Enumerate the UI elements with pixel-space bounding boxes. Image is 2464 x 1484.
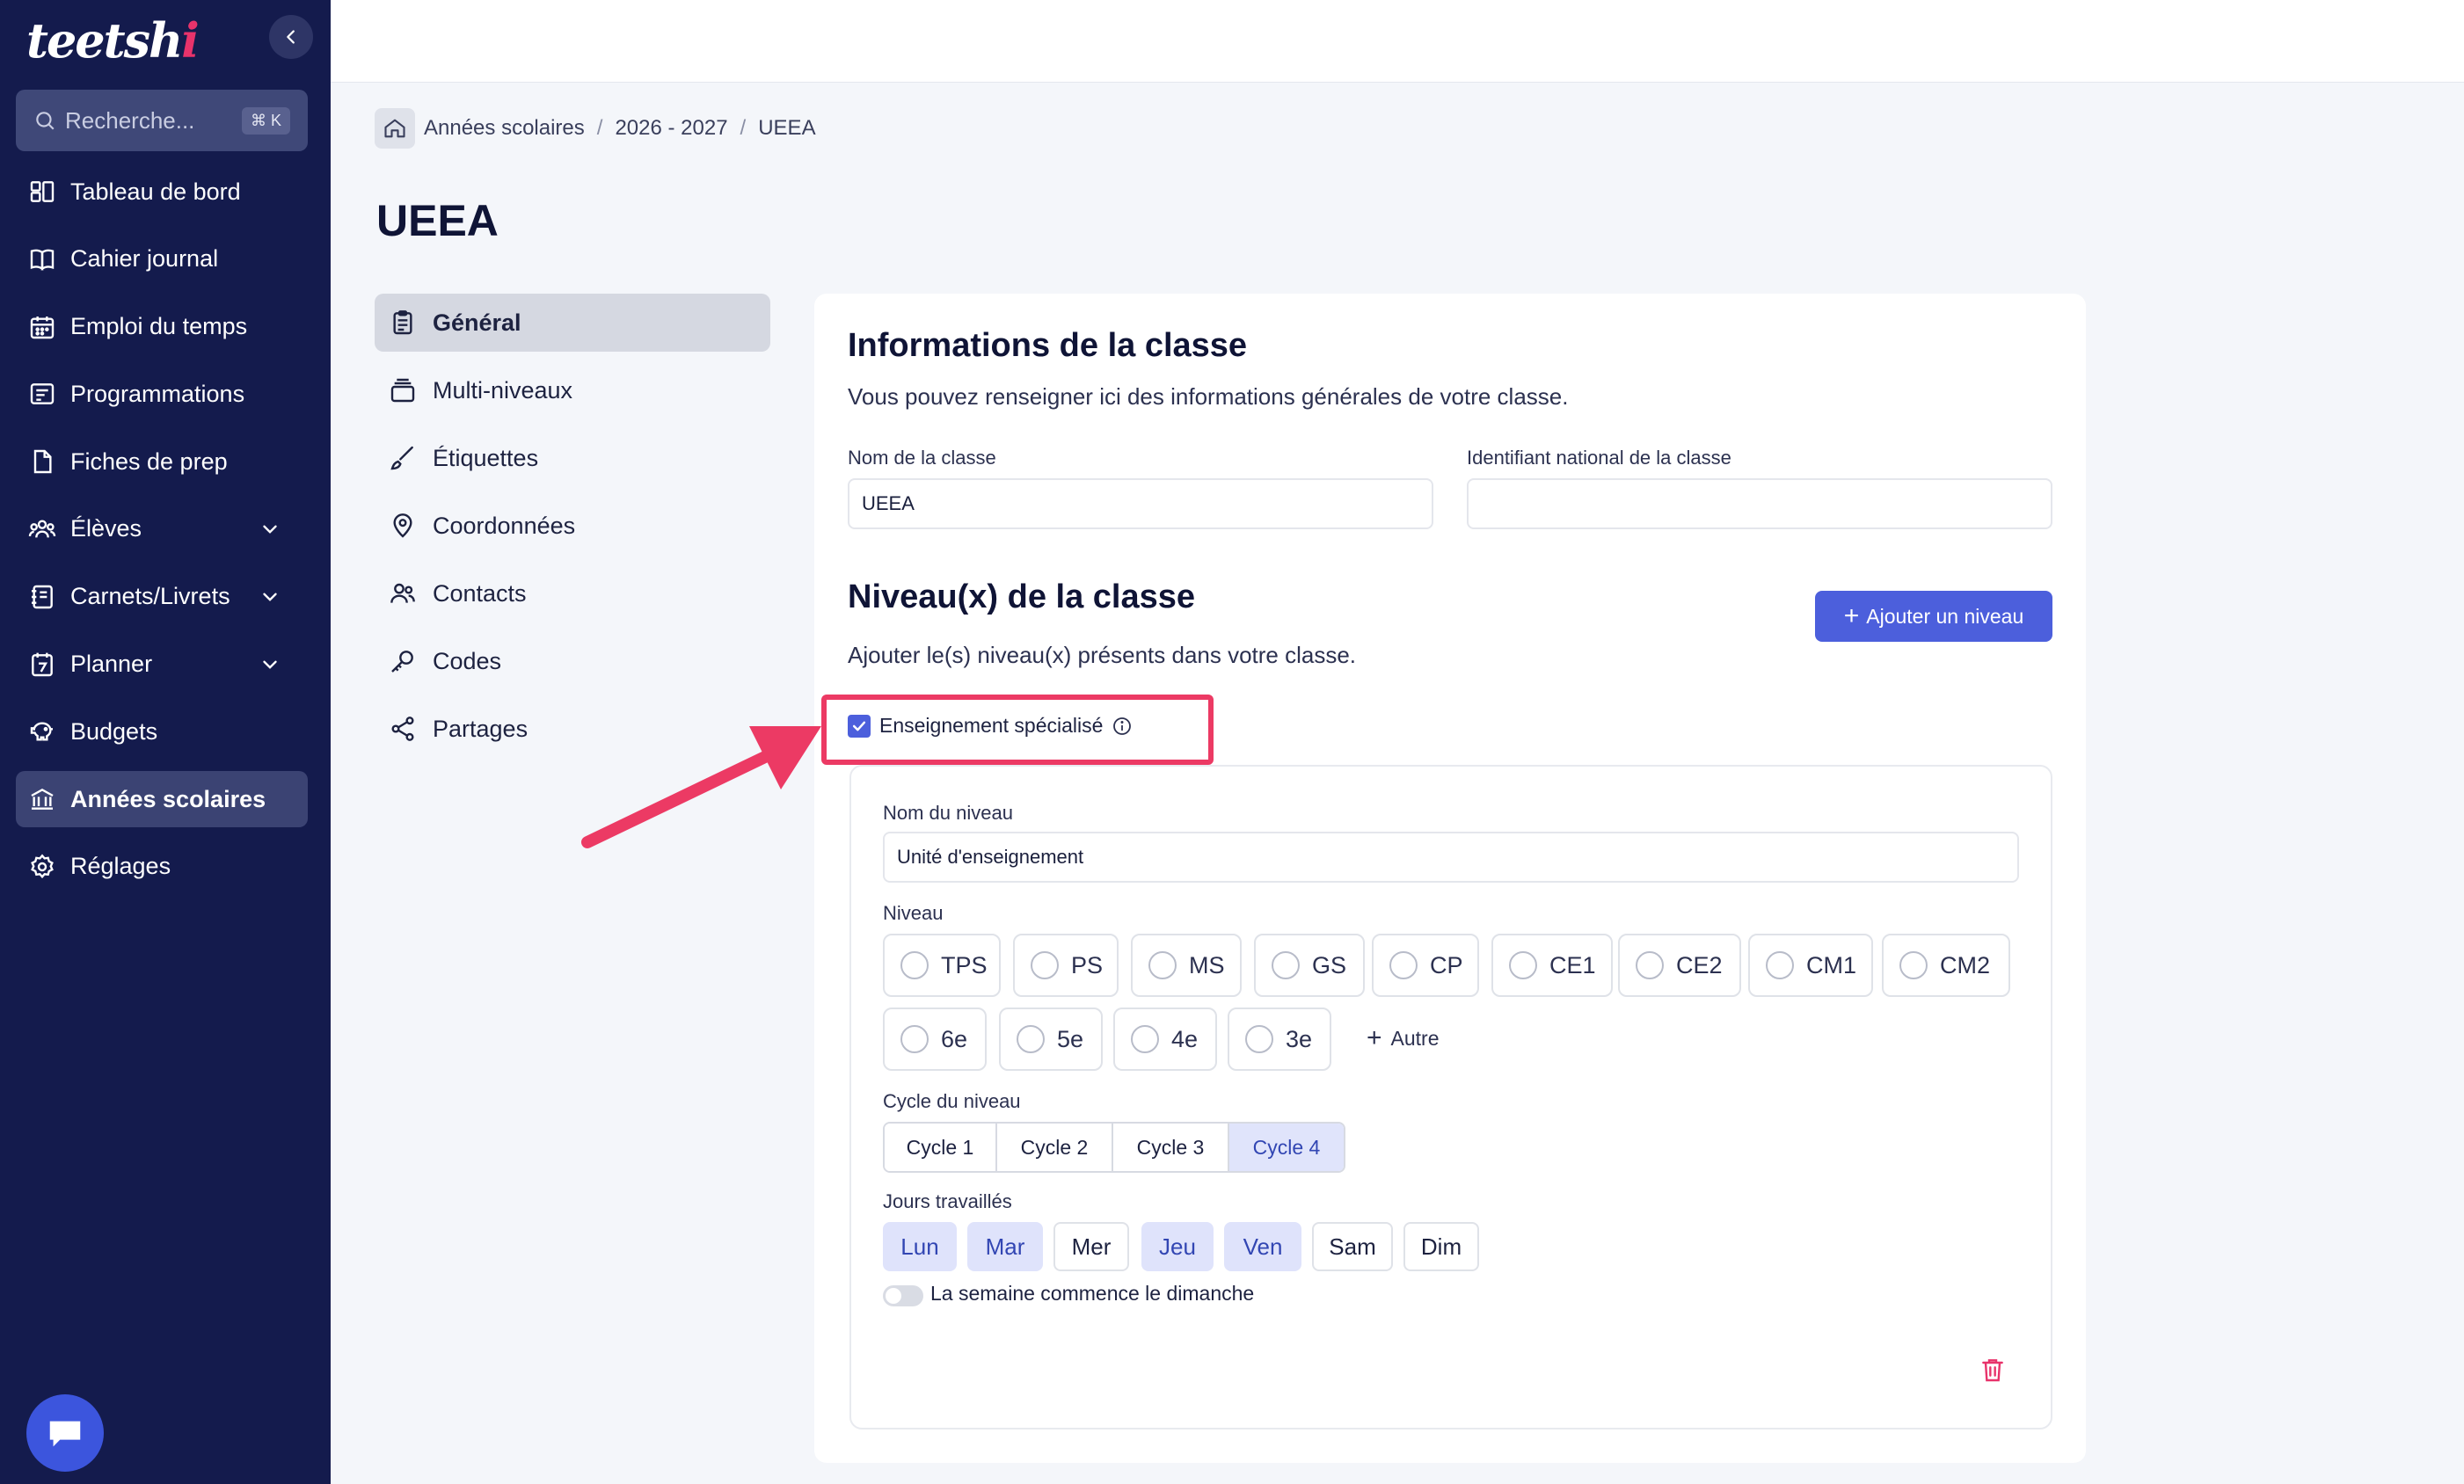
niveau-option-tps[interactable]: TPS bbox=[883, 934, 1001, 997]
day-lun[interactable]: Lun bbox=[883, 1222, 957, 1271]
niveau-option-6e[interactable]: 6e bbox=[883, 1008, 987, 1071]
cycle-label: Cycle du niveau bbox=[883, 1090, 1021, 1112]
niveau-option-5e[interactable]: 5e bbox=[999, 1008, 1103, 1071]
radio-button[interactable] bbox=[1389, 951, 1418, 979]
day-ven[interactable]: Ven bbox=[1224, 1222, 1301, 1271]
niveau-option-ce1[interactable]: CE1 bbox=[1491, 934, 1613, 997]
niveau-option-ce2[interactable]: CE2 bbox=[1618, 934, 1741, 997]
cycle-3-option[interactable]: Cycle 3 bbox=[1113, 1124, 1229, 1171]
cycle-selector: Cycle 1 Cycle 2 Cycle 3 Cycle 4 bbox=[883, 1122, 1345, 1173]
cycle-4-option[interactable]: Cycle 4 bbox=[1229, 1124, 1344, 1171]
radio-button[interactable] bbox=[900, 1025, 929, 1053]
radio-button[interactable] bbox=[1899, 951, 1928, 979]
radio-button[interactable] bbox=[1031, 951, 1059, 979]
week-start-label: La semaine commence le dimanche bbox=[930, 1282, 1255, 1305]
level-name-label: Nom du niveau bbox=[883, 802, 1013, 824]
plus-icon: + bbox=[1367, 1023, 1382, 1052]
niveau-label: Niveau bbox=[883, 902, 944, 924]
delete-level-button[interactable] bbox=[1979, 1356, 2007, 1384]
niveau-option-cp[interactable]: CP bbox=[1372, 934, 1479, 997]
radio-button[interactable] bbox=[1636, 951, 1664, 979]
day-mer[interactable]: Mer bbox=[1053, 1222, 1129, 1271]
days-label: Jours travaillés bbox=[883, 1190, 1012, 1212]
radio-button[interactable] bbox=[1131, 1025, 1159, 1053]
radio-button[interactable] bbox=[1245, 1025, 1273, 1053]
niveau-option-cm2[interactable]: CM2 bbox=[1882, 934, 2010, 997]
radio-button[interactable] bbox=[1148, 951, 1177, 979]
cycle-1-option[interactable]: Cycle 1 bbox=[885, 1124, 997, 1171]
niveau-option-cm1[interactable]: CM1 bbox=[1748, 934, 1873, 997]
day-sam[interactable]: Sam bbox=[1312, 1222, 1393, 1271]
niveau-option-ps[interactable]: PS bbox=[1013, 934, 1119, 997]
day-mar[interactable]: Mar bbox=[967, 1222, 1043, 1271]
niveau-option-4e[interactable]: 4e bbox=[1113, 1008, 1217, 1071]
radio-button[interactable] bbox=[1017, 1025, 1045, 1053]
radio-button[interactable] bbox=[1509, 951, 1537, 979]
day-dim[interactable]: Dim bbox=[1403, 1222, 1479, 1271]
week-start-toggle[interactable] bbox=[883, 1285, 923, 1306]
radio-button[interactable] bbox=[900, 951, 929, 979]
radio-button[interactable] bbox=[1272, 951, 1300, 979]
niveau-option-3e[interactable]: 3e bbox=[1228, 1008, 1331, 1071]
day-jeu[interactable]: Jeu bbox=[1141, 1222, 1214, 1271]
niveau-option-gs[interactable]: GS bbox=[1254, 934, 1365, 997]
niveau-option-ms[interactable]: MS bbox=[1131, 934, 1242, 997]
radio-button[interactable] bbox=[1766, 951, 1794, 979]
level-name-input[interactable]: Unité d'enseignement bbox=[883, 832, 2019, 883]
cycle-2-option[interactable]: Cycle 2 bbox=[997, 1124, 1113, 1171]
add-other-level-button[interactable]: + Autre bbox=[1367, 1025, 1440, 1051]
trash-icon bbox=[1982, 1359, 2003, 1382]
